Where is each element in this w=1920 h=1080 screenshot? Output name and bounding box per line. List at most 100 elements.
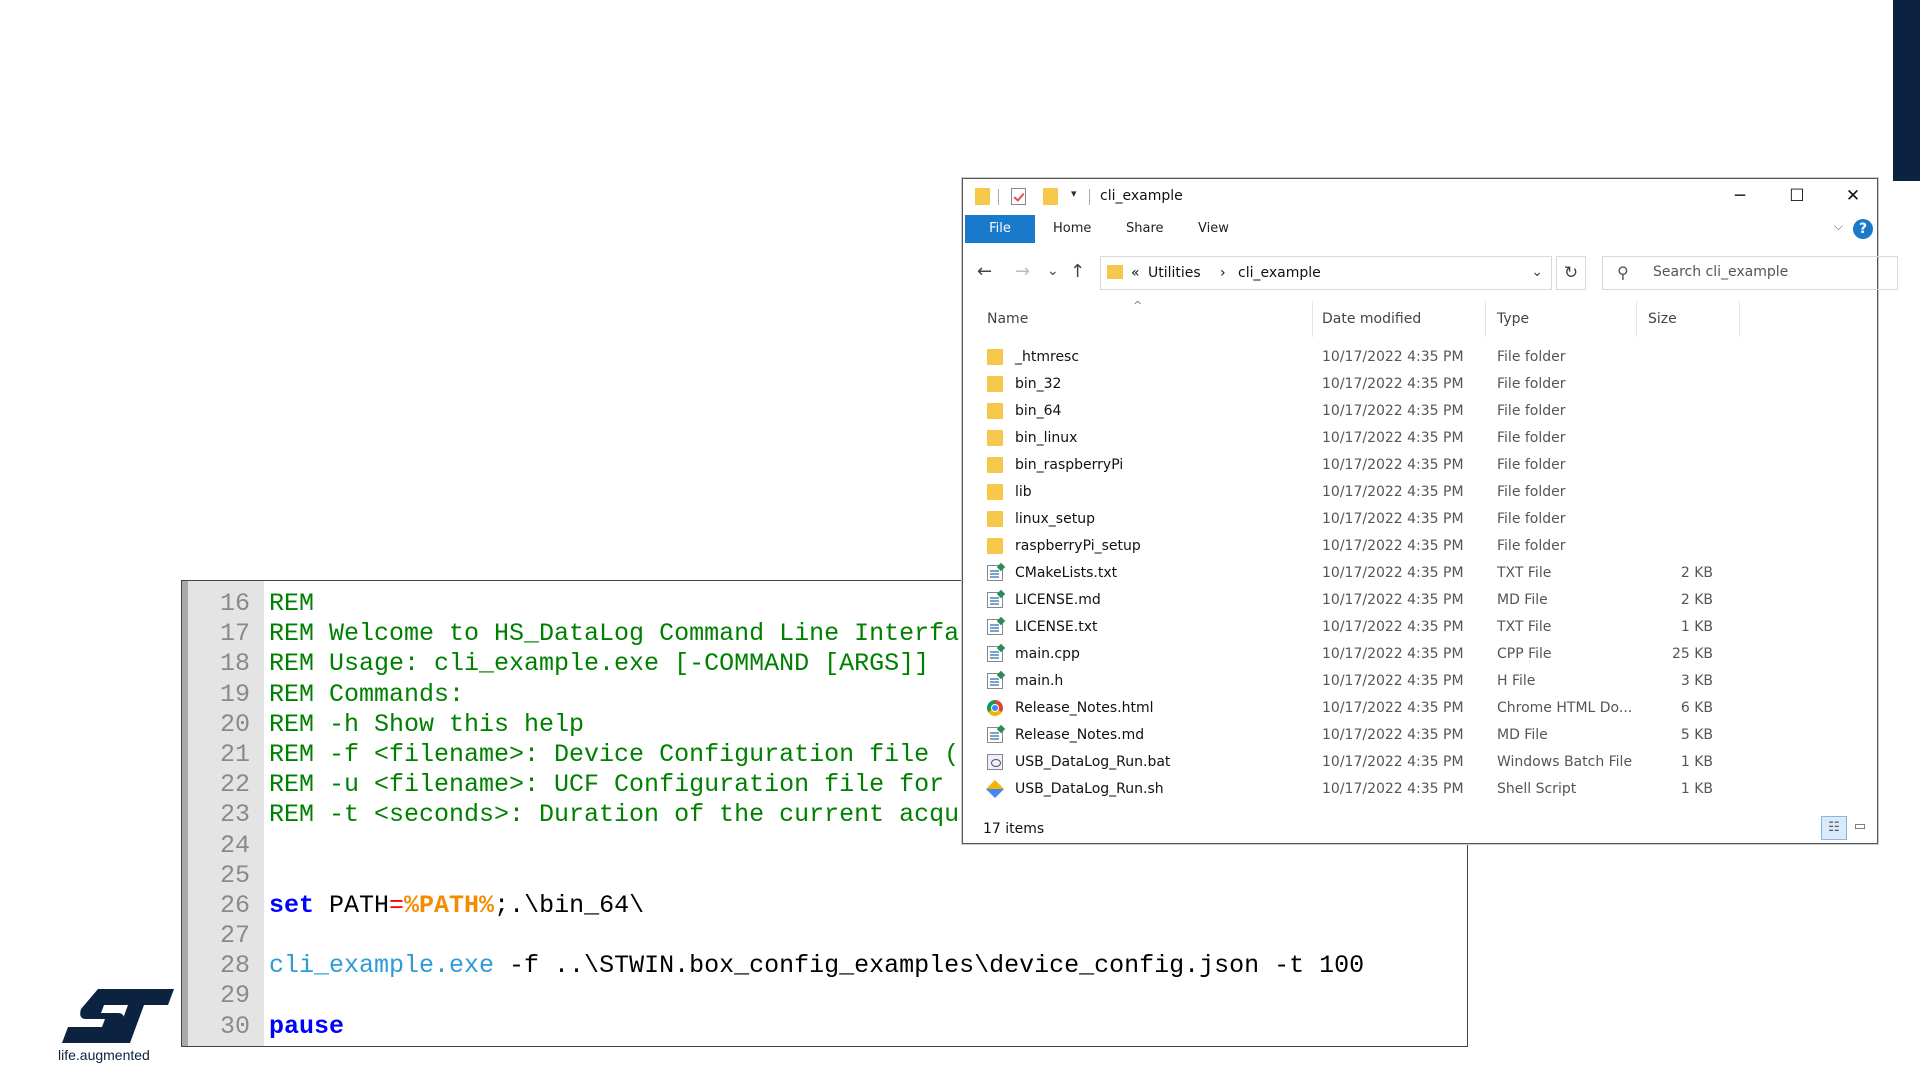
forward-arrow-icon[interactable]: → xyxy=(1015,261,1030,282)
code-token: REM -h Show this help xyxy=(269,709,585,739)
text-file-icon xyxy=(987,565,1003,581)
file-date: 10/17/2022 4:35 PM xyxy=(1322,592,1464,608)
file-type: File folder xyxy=(1497,403,1566,419)
code-line: 30 pause xyxy=(182,1012,1467,1042)
code-token: PATH xyxy=(314,890,390,920)
back-arrow-icon[interactable]: ← xyxy=(977,261,992,282)
code-token: = xyxy=(389,890,405,920)
tab-home[interactable]: Home xyxy=(1053,215,1091,243)
batch-file-icon xyxy=(987,754,1003,770)
text-file-icon xyxy=(987,727,1003,743)
text-file-icon xyxy=(987,592,1003,608)
column-divider[interactable] xyxy=(1636,301,1637,337)
file-row[interactable]: bin_raspberryPi 10/17/2022 4:35 PM File fo… xyxy=(963,452,1877,479)
breadcrumb-utilities[interactable]: Utilities xyxy=(1148,265,1201,281)
new-folder-icon[interactable] xyxy=(1043,188,1058,205)
file-date: 10/17/2022 4:35 PM xyxy=(1322,565,1464,581)
large-icons-view-icon[interactable]: ▭ xyxy=(1847,816,1873,840)
toolbar-separator xyxy=(1089,189,1090,205)
line-number: 28 xyxy=(219,951,250,981)
title-bar[interactable]: ▾ cli_example ─ ☐ ✕ xyxy=(963,179,1877,213)
column-header: ^ Name Date modified Type Size xyxy=(963,299,1877,337)
code-token: ;.\bin_64\ xyxy=(494,890,645,920)
file-row[interactable]: USB_DataLog_Run.sh 10/17/2022 4:35 PM Shel… xyxy=(963,776,1877,803)
file-row[interactable]: bin_linux 10/17/2022 4:35 PM File folder xyxy=(963,425,1877,452)
search-input[interactable] xyxy=(1651,263,1890,281)
code-token: %PATH% xyxy=(404,890,495,920)
code-token: -f ..\STWIN.box_config_examples\device_c… xyxy=(494,951,1365,981)
column-type[interactable]: Type xyxy=(1497,311,1529,327)
file-row[interactable]: linux_setup 10/17/2022 4:35 PM File folder xyxy=(963,506,1877,533)
column-name[interactable]: Name xyxy=(987,311,1028,327)
column-divider[interactable] xyxy=(1739,301,1740,337)
tab-file[interactable]: File xyxy=(965,215,1035,243)
properties-icon[interactable] xyxy=(1011,188,1026,205)
file-name: Release_Notes.html xyxy=(1015,700,1154,716)
file-type: File folder xyxy=(1497,511,1566,527)
file-row[interactable]: LICENSE.md 10/17/2022 4:35 PM MD File 2 KB xyxy=(963,587,1877,614)
file-row[interactable]: main.h 10/17/2022 4:35 PM H File 3 KB xyxy=(963,668,1877,695)
column-size[interactable]: Size xyxy=(1648,311,1677,327)
quick-access-dropdown-icon[interactable]: ▾ xyxy=(1071,187,1077,200)
search-box[interactable]: ⚲ xyxy=(1602,256,1898,290)
folder-icon xyxy=(987,349,1003,365)
address-dropdown-icon[interactable]: ⌄ xyxy=(1531,264,1543,280)
file-date: 10/17/2022 4:35 PM xyxy=(1322,727,1464,743)
code-line: 28 cli_example.exe -f ..\STWIN.box_config… xyxy=(182,951,1467,981)
file-name: USB_DataLog_Run.sh xyxy=(1015,781,1164,797)
file-row[interactable]: USB_DataLog_Run.bat 10/17/2022 4:35 PM Win… xyxy=(963,749,1877,776)
details-view-icon[interactable]: ☷ xyxy=(1821,816,1847,840)
file-explorer-window[interactable]: ▾ cli_example ─ ☐ ✕ File Home Share View… xyxy=(962,178,1898,844)
code-line: 29 xyxy=(182,981,1467,1011)
file-name: linux_setup xyxy=(1015,511,1095,527)
search-icon: ⚲ xyxy=(1617,263,1629,282)
toolbar-separator xyxy=(998,189,999,205)
tab-view[interactable]: View xyxy=(1198,215,1229,243)
file-row[interactable]: raspberryPi_setup 10/17/2022 4:35 PM File … xyxy=(963,533,1877,560)
file-row[interactable]: LICENSE.txt 10/17/2022 4:35 PM TXT File 1 K… xyxy=(963,614,1877,641)
address-bar[interactable]: « Utilities › cli_example ⌄ xyxy=(1100,256,1552,290)
file-row[interactable]: CMakeLists.txt 10/17/2022 4:35 PM TXT File… xyxy=(963,560,1877,587)
file-row[interactable]: Release_Notes.html 10/17/2022 4:35 PM Chro… xyxy=(963,695,1877,722)
folder-icon xyxy=(1107,265,1123,279)
minimize-button[interactable]: ─ xyxy=(1717,182,1763,210)
code-text: REM -t <seconds>: Duration of the curren… xyxy=(269,800,959,830)
file-name: main.h xyxy=(1015,673,1064,689)
tab-share[interactable]: Share xyxy=(1126,215,1164,243)
ribbon-expand-icon[interactable]: ⌵ xyxy=(1834,219,1843,234)
recent-locations-icon[interactable]: ⌄ xyxy=(1047,263,1059,279)
file-name: main.cpp xyxy=(1015,646,1080,662)
code-token: cli_example.exe xyxy=(269,951,495,981)
line-number: 21 xyxy=(219,739,250,769)
code-line: 26 set PATH=%PATH%;.\bin_64\ xyxy=(182,891,1467,921)
breadcrumb-separator[interactable]: › xyxy=(1220,265,1226,281)
folder-icon xyxy=(987,484,1003,500)
file-date: 10/17/2022 4:35 PM xyxy=(1322,376,1464,392)
code-text: set PATH=%PATH%;.\bin_64\ xyxy=(269,891,644,921)
file-type: MD File xyxy=(1497,727,1548,743)
file-row[interactable]: lib 10/17/2022 4:35 PM File folder xyxy=(963,479,1877,506)
ribbon-tabs: File Home Share View ⌵ ? xyxy=(963,215,1877,243)
text-file-icon xyxy=(987,646,1003,662)
help-icon[interactable]: ? xyxy=(1853,219,1873,239)
up-arrow-icon[interactable]: ↑ xyxy=(1070,261,1085,282)
folder-icon xyxy=(987,403,1003,419)
column-date-modified[interactable]: Date modified xyxy=(1322,311,1421,327)
refresh-button[interactable]: ↻ xyxy=(1556,256,1586,290)
file-date: 10/17/2022 4:35 PM xyxy=(1322,457,1464,473)
code-token: REM Commands: xyxy=(269,679,465,709)
breadcrumb-cli-example[interactable]: cli_example xyxy=(1238,265,1321,281)
file-row[interactable]: _htmresc 10/17/2022 4:35 PM File folder xyxy=(963,344,1877,371)
column-divider[interactable] xyxy=(1312,301,1313,337)
code-text: REM Usage: cli_example.exe [-COMMAND [AR… xyxy=(269,649,929,679)
file-size: 3 KB xyxy=(1680,673,1713,689)
file-row[interactable]: bin_64 10/17/2022 4:35 PM File folder xyxy=(963,398,1877,425)
close-button[interactable]: ✕ xyxy=(1830,182,1876,210)
file-row[interactable]: main.cpp 10/17/2022 4:35 PM CPP File 25 KB xyxy=(963,641,1877,668)
column-divider[interactable] xyxy=(1485,301,1486,337)
file-row[interactable]: bin_32 10/17/2022 4:35 PM File folder xyxy=(963,371,1877,398)
breadcrumb-overflow[interactable]: « xyxy=(1131,265,1140,281)
maximize-button[interactable]: ☐ xyxy=(1774,182,1820,210)
file-row[interactable]: Release_Notes.md 10/17/2022 4:35 PM MD Fil… xyxy=(963,722,1877,749)
file-name: bin_linux xyxy=(1015,430,1078,446)
